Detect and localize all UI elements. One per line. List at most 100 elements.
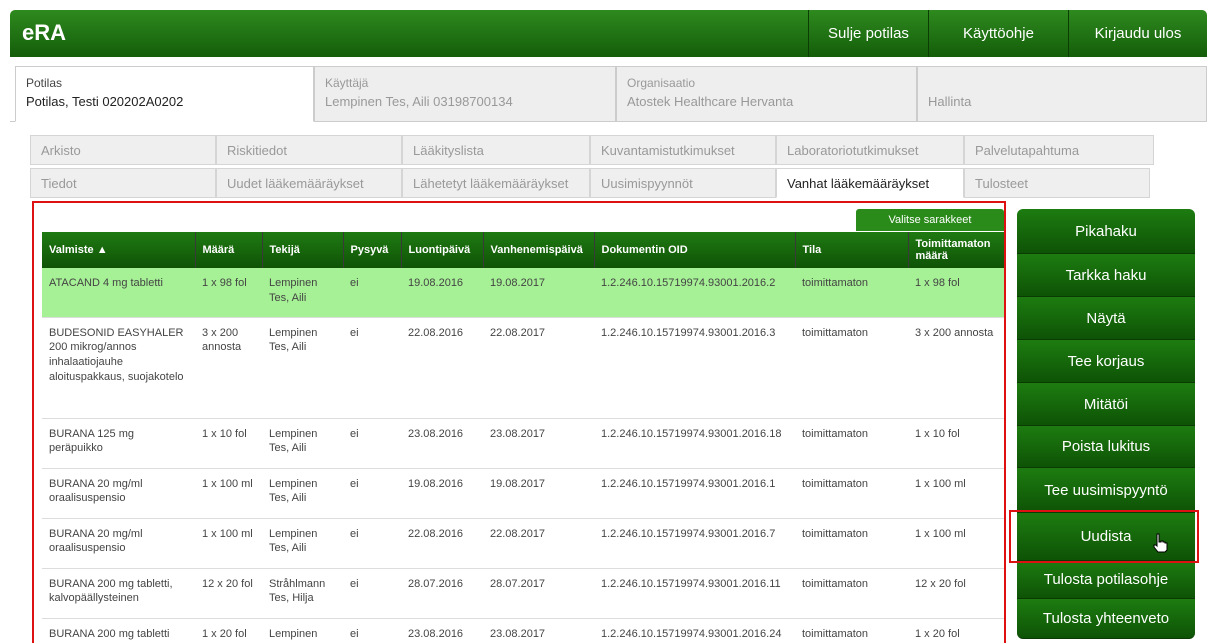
table-cell: 19.08.2017 (483, 268, 594, 318)
table-cell: 1.2.246.10.15719974.93001.2016.11 (594, 568, 795, 619)
column-header-quantity[interactable]: Määrä (195, 232, 263, 268)
table-cell: ei (343, 618, 401, 643)
table-cell: 1.2.246.10.15719974.93001.2016.2 (594, 268, 795, 318)
table-cell: 1 x 100 ml (195, 468, 262, 519)
column-header-product[interactable]: Valmiste ▲ (42, 232, 196, 268)
table-cell: ATACAND 4 mg tabletti (42, 268, 195, 318)
table-cell: Lempinen (262, 618, 343, 643)
table-header-row: Valmiste ▲ Määrä Tekijä Pysyvä Luontipäi… (42, 232, 1004, 268)
context-tab-label: Organisaatio (627, 76, 696, 90)
context-tab-value: Atostek Healthcare Hervanta (627, 94, 794, 109)
tab-old-prescriptions[interactable]: Vanhat lääkemääräykset (776, 168, 964, 198)
column-header-created[interactable]: Luontipäivä (401, 232, 484, 268)
table-cell: BURANA 125 mg peräpuikko (42, 418, 195, 469)
context-tab-user[interactable]: Käyttäjä Lempinen Tes, Aili 03198700134 (314, 66, 616, 122)
column-header-undelivered[interactable]: Toimittamaton määrä (908, 232, 1004, 268)
table-row[interactable]: BURANA 200 mg tabletti, kalvopäällystein… (42, 568, 1004, 619)
context-tab-admin[interactable]: Hallinta (917, 66, 1207, 122)
renewal-request-button[interactable]: Tee uusimispyyntö (1017, 468, 1195, 513)
table-cell: 23.08.2016 (401, 418, 483, 469)
hand-cursor-icon (1153, 533, 1168, 553)
table-cell: 1.2.246.10.15719974.93001.2016.3 (594, 317, 795, 419)
table-cell: 22.08.2016 (401, 518, 483, 569)
table-cell: toimittamaton (795, 568, 908, 619)
tab-service-event[interactable]: Palvelutapahtuma (964, 135, 1154, 165)
table-cell: toimittamaton (795, 317, 908, 419)
table-cell: toimittamaton (795, 268, 908, 318)
tab-info[interactable]: Tiedot (30, 168, 216, 198)
table-cell: 19.08.2016 (401, 468, 483, 519)
tab-sent-prescriptions[interactable]: Lähetetyt lääkemääräykset (402, 168, 590, 198)
table-cell: 3 x 200 annosta (908, 317, 1004, 419)
tab-new-prescriptions[interactable]: Uudet lääkemääräykset (216, 168, 402, 198)
tab-laboratory[interactable]: Laboratoriotutkimukset (776, 135, 964, 165)
context-tab-label: Käyttäjä (325, 76, 369, 90)
table-cell: 12 x 20 fol (195, 568, 262, 619)
show-button[interactable]: Näytä (1017, 297, 1195, 340)
correct-button[interactable]: Tee korjaus (1017, 340, 1195, 383)
table-row[interactable]: BURANA 20 mg/ml oraalisuspensio 1 x 100 … (42, 518, 1004, 569)
table-row[interactable]: BURANA 20 mg/ml oraalisuspensio 1 x 100 … (42, 468, 1004, 519)
table-cell: 19.08.2016 (401, 268, 483, 318)
table-cell: toimittamaton (795, 518, 908, 569)
table-cell: ei (343, 418, 401, 469)
table-cell: 1.2.246.10.15719974.93001.2016.18 (594, 418, 795, 469)
table-cell: 28.07.2016 (401, 568, 483, 619)
column-header-expires[interactable]: Vanhenemispäivä (483, 232, 595, 268)
table-row[interactable]: BUDESONID EASYHALER 200 mikrog/annos inh… (42, 317, 1004, 419)
tab-medication-list[interactable]: Lääkityslista (402, 135, 590, 165)
table-cell: toimittamaton (795, 468, 908, 519)
prescription-table: Valmiste ▲ Määrä Tekijä Pysyvä Luontipäi… (42, 232, 1004, 643)
remove-lock-button[interactable]: Poista lukitus (1017, 426, 1195, 468)
table-cell: BURANA 200 mg tabletti (42, 618, 195, 643)
table-row[interactable]: ATACAND 4 mg tabletti 1 x 98 fol Lempine… (42, 268, 1004, 318)
table-cell: 1 x 100 ml (908, 518, 1004, 569)
app-header: eRA Sulje potilas Käyttöohje Kirjaudu ul… (10, 10, 1207, 57)
table-cell: 19.08.2017 (483, 468, 594, 519)
invalidate-button[interactable]: Mitätöi (1017, 383, 1195, 426)
table-cell: BURANA 20 mg/ml oraalisuspensio (42, 518, 195, 569)
table-cell: Lempinen Tes, Aili (262, 518, 343, 569)
table-cell: 23.08.2016 (401, 618, 483, 643)
quick-search-button[interactable]: Pikahaku (1017, 209, 1195, 254)
context-tab-organization[interactable]: Organisaatio Atostek Healthcare Hervanta (616, 66, 917, 122)
close-patient-button[interactable]: Sulje potilas (808, 10, 928, 57)
print-patient-instructions-button[interactable]: Tulosta potilasohje (1017, 561, 1195, 599)
tab-renewal-requests[interactable]: Uusimispyynnöt (590, 168, 776, 198)
print-summary-button[interactable]: Tulosta yhteenveto (1017, 599, 1195, 639)
logout-button[interactable]: Kirjaudu ulos (1068, 10, 1207, 57)
table-cell: Lempinen Tes, Aili (262, 268, 343, 318)
column-header-document-oid[interactable]: Dokumentin OID (594, 232, 796, 268)
table-row[interactable]: BURANA 200 mg tabletti 1 x 20 fol Lempin… (42, 618, 1004, 643)
table-cell: 23.08.2017 (483, 618, 594, 643)
select-columns-button[interactable]: Valitse sarakkeet (856, 209, 1004, 231)
table-cell: 28.07.2017 (483, 568, 594, 619)
table-cell: Lempinen Tes, Aili (262, 468, 343, 519)
table-cell: BURANA 200 mg tabletti, kalvopäällystein… (42, 568, 195, 619)
table-cell: 3 x 200 annosta (195, 317, 262, 419)
context-tab-value: Potilas, Testi 020202A0202 (26, 94, 184, 109)
table-cell: 1 x 100 ml (195, 518, 262, 569)
exact-search-button[interactable]: Tarkka haku (1017, 254, 1195, 297)
context-tab-patient[interactable]: Potilas Potilas, Testi 020202A0202 (15, 66, 314, 122)
tab-archive[interactable]: Arkisto (30, 135, 216, 165)
tab-printouts[interactable]: Tulosteet (964, 168, 1150, 198)
table-cell: 1 x 98 fol (908, 268, 1004, 318)
prescription-table-container: Valmiste ▲ Määrä Tekijä Pysyvä Luontipäi… (32, 201, 1006, 643)
column-header-author[interactable]: Tekijä (262, 232, 344, 268)
table-cell: Stråhlmann Tes, Hilja (262, 568, 343, 619)
column-header-status[interactable]: Tila (795, 232, 909, 268)
table-cell: BUDESONID EASYHALER 200 mikrog/annos inh… (42, 317, 195, 419)
column-header-permanent[interactable]: Pysyvä (343, 232, 402, 268)
user-guide-button[interactable]: Käyttöohje (928, 10, 1068, 57)
table-cell: 1 x 100 ml (908, 468, 1004, 519)
table-cell: 1.2.246.10.15719974.93001.2016.7 (594, 518, 795, 569)
table-cell: ei (343, 317, 401, 419)
table-cell: 22.08.2017 (483, 317, 594, 419)
renew-highlight-box (1009, 510, 1199, 563)
tab-imaging[interactable]: Kuvantamistutkimukset (590, 135, 776, 165)
app-logo: eRA (22, 20, 67, 45)
table-cell: ei (343, 568, 401, 619)
table-row[interactable]: BURANA 125 mg peräpuikko 1 x 10 fol Lemp… (42, 418, 1004, 469)
tab-risk-info[interactable]: Riskitiedot (216, 135, 402, 165)
